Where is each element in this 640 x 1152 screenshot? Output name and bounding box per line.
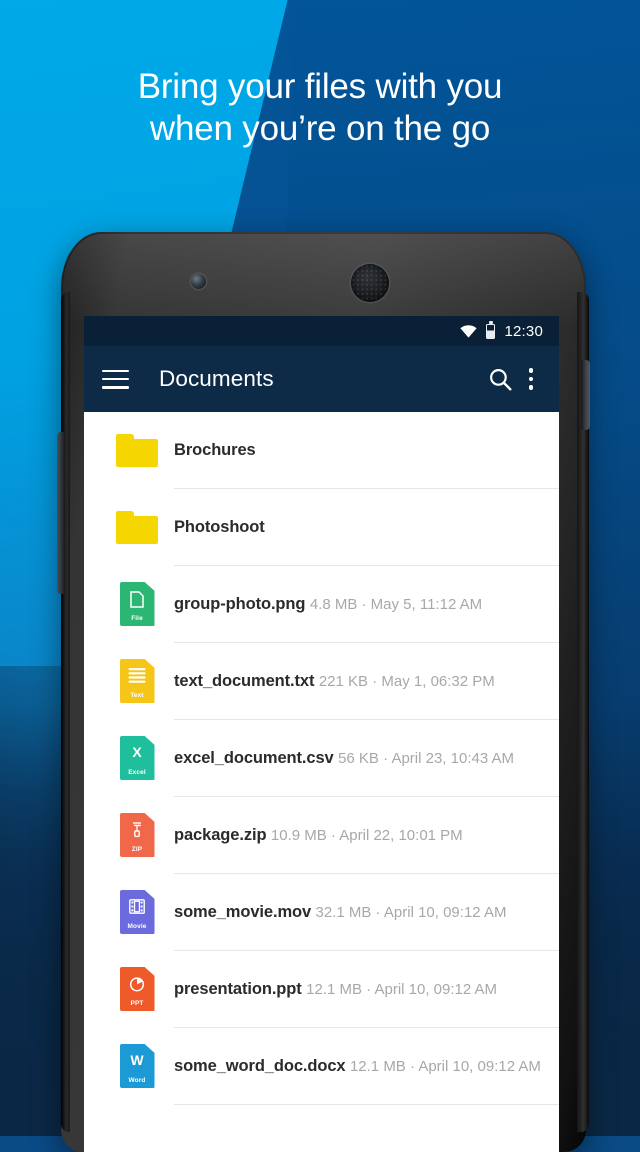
file-icon: File <box>100 582 174 626</box>
file-name: presentation.ppt <box>174 979 302 998</box>
file-name: some_movie.mov <box>174 902 312 921</box>
word-file-icon: W Word <box>100 1044 174 1088</box>
folder-icon <box>100 433 174 467</box>
file-badge: Excel <box>128 769 146 776</box>
file-name: Photoshoot <box>174 517 265 536</box>
list-item[interactable]: Movie some_movie.mov 32.1 MB · April 10,… <box>84 874 559 950</box>
list-item[interactable]: Brochures <box>84 412 559 488</box>
phone-mockup: 12:30 Documents Brochures Photoshoot Fil… <box>53 232 594 1152</box>
list-item[interactable]: Photoshoot <box>84 489 559 565</box>
power-button[interactable] <box>581 360 590 430</box>
file-badge: ZIP <box>131 846 143 853</box>
folder-icon <box>100 510 174 544</box>
file-badge: File <box>131 615 143 622</box>
list-item[interactable]: ZIP package.zip 10.9 MB · April 22, 10:0… <box>84 797 559 873</box>
zip-file-icon: ZIP <box>100 813 174 857</box>
promo-headline: Bring your files with you when you’re on… <box>0 66 640 150</box>
file-name: Brochures <box>174 440 256 459</box>
movie-file-icon: Movie <box>100 890 174 934</box>
file-subtitle: 10.9 MB · April 22, 10:01 PM <box>270 826 463 844</box>
status-bar-clock: 12:30 <box>504 322 543 340</box>
wifi-icon <box>460 324 478 338</box>
more-vertical-icon[interactable] <box>517 362 545 396</box>
file-name: package.zip <box>174 825 267 844</box>
phone-screen: 12:30 Documents Brochures Photoshoot Fil… <box>84 316 559 1152</box>
file-badge: PPT <box>130 1000 144 1007</box>
file-badge: Movie <box>127 923 147 930</box>
list-item[interactable]: X Excel excel_document.csv 56 KB · April… <box>84 720 559 796</box>
volume-rocker-button[interactable] <box>57 432 65 594</box>
battery-icon <box>486 321 496 339</box>
file-subtitle: 32.1 MB · April 10, 09:12 AM <box>315 903 507 921</box>
earpiece-speaker-icon <box>351 264 389 302</box>
file-glyph-letter: W <box>130 1052 144 1068</box>
hamburger-menu-icon[interactable] <box>102 369 129 389</box>
file-badge: Word <box>128 1077 146 1084</box>
list-item[interactable]: Text text_document.txt 221 KB · May 1, 0… <box>84 643 559 719</box>
file-name: group-photo.png <box>174 594 306 613</box>
file-name: some_word_doc.docx <box>174 1056 346 1075</box>
file-badge: Text <box>130 692 144 699</box>
ppt-file-icon: PPT <box>100 967 174 1011</box>
file-subtitle: 4.8 MB · May 5, 11:12 AM <box>309 595 483 613</box>
list-divider <box>174 1104 559 1105</box>
status-bar: 12:30 <box>84 316 559 346</box>
file-name: text_document.txt <box>174 671 315 690</box>
excel-file-icon: X Excel <box>100 736 174 780</box>
text-file-icon: Text <box>100 659 174 703</box>
list-item[interactable]: PPT presentation.ppt 12.1 MB · April 10,… <box>84 951 559 1027</box>
headline-line-2: when you’re on the go <box>149 109 491 148</box>
list-item[interactable]: File group-photo.png 4.8 MB · May 5, 11:… <box>84 566 559 642</box>
search-icon[interactable] <box>483 362 517 396</box>
phone-left-edge <box>61 292 70 1132</box>
front-camera-icon <box>191 274 206 289</box>
file-name: excel_document.csv <box>174 748 334 767</box>
file-subtitle: 12.1 MB · April 10, 09:12 AM <box>349 1057 541 1075</box>
file-subtitle: 12.1 MB · April 10, 09:12 AM <box>306 980 498 998</box>
file-list[interactable]: Brochures Photoshoot File group-photo.pn… <box>84 412 559 1105</box>
file-glyph-letter: X <box>132 744 142 760</box>
app-bar: Documents <box>84 346 559 412</box>
headline-line-1: Bring your files with you <box>137 67 503 106</box>
file-subtitle: 56 KB · April 23, 10:43 AM <box>338 749 515 767</box>
file-subtitle: 221 KB · May 1, 06:32 PM <box>318 672 495 690</box>
list-item[interactable]: W Word some_word_doc.docx 12.1 MB · Apri… <box>84 1028 559 1104</box>
page-title: Documents <box>159 366 274 391</box>
